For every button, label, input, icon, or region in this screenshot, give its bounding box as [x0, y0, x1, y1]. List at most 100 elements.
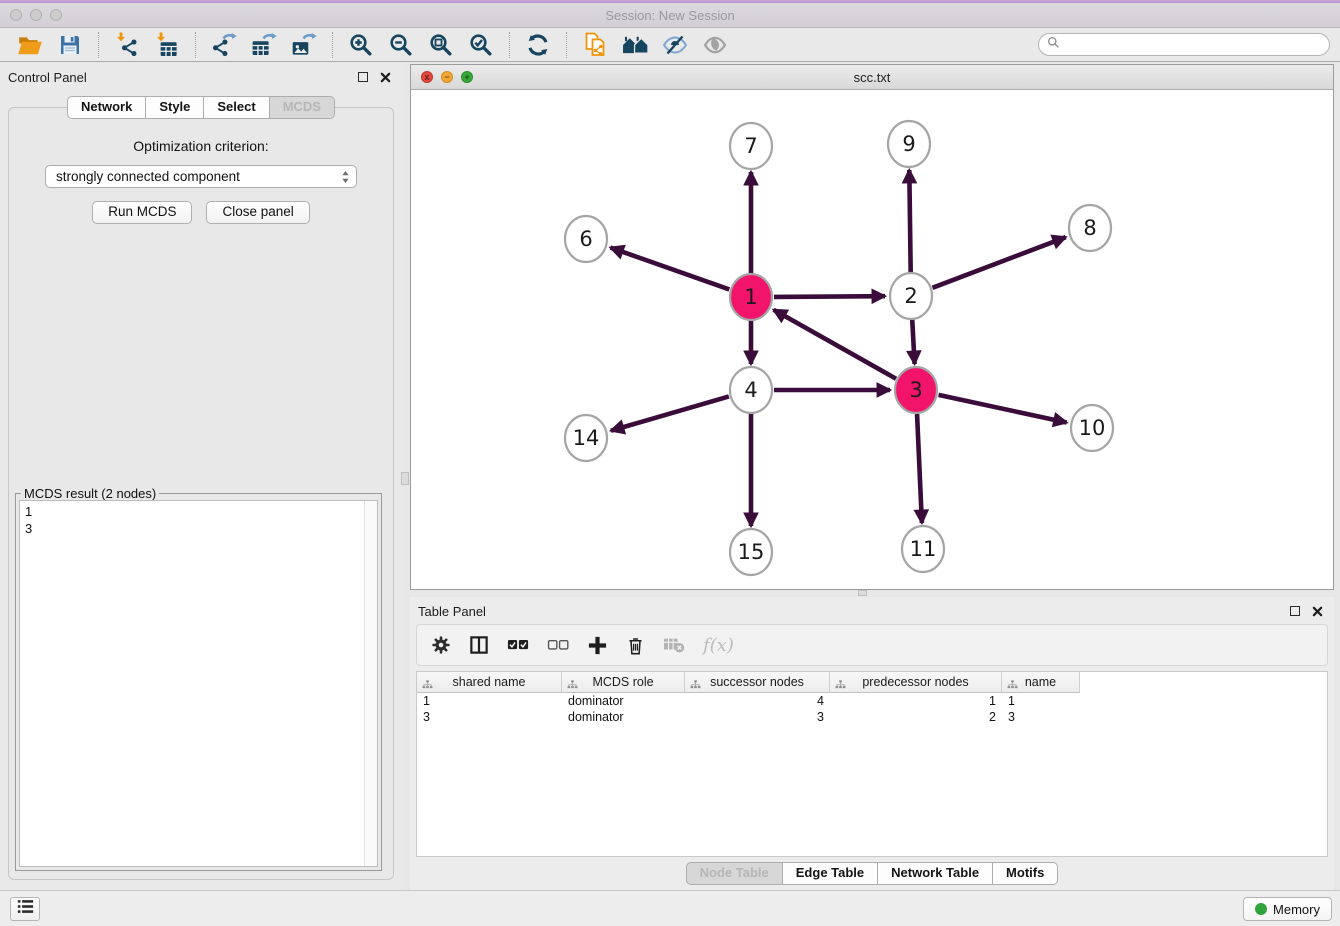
node-8[interactable]: 8 [1069, 205, 1111, 251]
node-1[interactable]: 1 [730, 274, 772, 320]
network-graph[interactable]: 7 9 6 8 1 2 4 3 14 10 15 11 [411, 90, 1335, 590]
tab-network[interactable]: Network [67, 96, 146, 119]
table-panel-header: Table Panel [410, 597, 1334, 625]
node-11[interactable]: 11 [902, 526, 944, 572]
network-close-button[interactable]: x [421, 71, 433, 83]
refresh-icon[interactable] [522, 30, 554, 60]
column-header-successor-nodes[interactable]: successor nodes [685, 672, 830, 693]
edge-2-3[interactable] [912, 319, 914, 364]
table-row[interactable]: 3dominator323 [417, 709, 1327, 725]
close-panel-button[interactable]: Close panel [206, 201, 309, 224]
edge-3-10[interactable] [939, 395, 1067, 423]
column-header-MCDS-role[interactable]: MCDS role [562, 672, 685, 693]
column-label: name [1025, 675, 1056, 689]
import-table-icon[interactable] [151, 30, 183, 60]
search-input[interactable] [1065, 38, 1321, 52]
table-panel-tabs: Node TableEdge TableNetwork TableMotifs [410, 862, 1334, 885]
tab-select[interactable]: Select [204, 96, 269, 119]
network-maximize-button[interactable]: + [461, 71, 473, 83]
column-header-shared-name[interactable]: shared name [417, 672, 562, 693]
node-15[interactable]: 15 [730, 529, 772, 575]
save-session-icon[interactable] [54, 30, 86, 60]
node-7[interactable]: 7 [730, 123, 772, 169]
toolbar-separator [98, 32, 99, 58]
float-table-panel-icon[interactable] [1286, 602, 1304, 620]
gear-icon[interactable] [431, 633, 451, 657]
export-table-icon[interactable] [248, 30, 280, 60]
control-panel: Control Panel NetworkStyleSelectMCDS Opt… [0, 63, 402, 890]
home-icon[interactable] [619, 30, 651, 60]
close-table-panel-icon[interactable] [1308, 602, 1326, 620]
zoom-selected-icon[interactable] [465, 30, 497, 60]
network-view-window: x − + scc.txt 7968124314101511 [410, 64, 1334, 590]
export-image-icon[interactable] [288, 30, 320, 60]
column-label: successor nodes [710, 675, 804, 689]
zoom-out-icon[interactable] [385, 30, 417, 60]
control-panel-header: Control Panel [0, 63, 402, 91]
tab-edge-table[interactable]: Edge Table [783, 862, 878, 885]
task-history-button[interactable] [10, 897, 40, 921]
run-mcds-button[interactable]: Run MCDS [92, 201, 192, 224]
tab-style[interactable]: Style [146, 96, 204, 119]
table-header-row: shared nameMCDS role successor nodes prede… [417, 672, 1327, 693]
mcds-result-item[interactable]: 3 [20, 520, 377, 537]
edge-3-1[interactable] [774, 310, 896, 379]
app-titlebar: Session: New Session [0, 3, 1340, 28]
split-columns-icon[interactable] [469, 633, 489, 657]
network-minimize-button[interactable]: − [441, 71, 453, 83]
tab-mcds[interactable]: MCDS [270, 96, 335, 119]
table-cell: 4 [685, 694, 830, 708]
memory-button[interactable]: Memory [1243, 897, 1332, 921]
edge-2-8[interactable] [933, 237, 1066, 288]
edge-1-6[interactable] [611, 248, 730, 290]
node-10[interactable]: 10 [1071, 405, 1113, 451]
edge-3-11[interactable] [917, 413, 922, 523]
minimize-window-button[interactable] [30, 9, 42, 21]
tab-network-table[interactable]: Network Table [878, 862, 993, 885]
close-panel-icon[interactable] [376, 68, 394, 86]
tab-motifs[interactable]: Motifs [993, 862, 1058, 885]
open-session-icon[interactable] [14, 30, 46, 60]
node-9[interactable]: 9 [888, 121, 930, 167]
edge-4-14[interactable] [611, 396, 729, 430]
table-cell: 2 [830, 710, 1002, 724]
table-row[interactable]: 1dominator411 [417, 693, 1327, 709]
close-window-button[interactable] [10, 9, 22, 21]
table-panel: Table Panel f(x) shared nameMCDS role suc… [410, 597, 1334, 890]
clone-network-icon[interactable] [579, 30, 611, 60]
criterion-select[interactable]: strongly connected component [45, 165, 357, 188]
mcds-result-item[interactable]: 1 [20, 501, 377, 520]
node-4[interactable]: 4 [730, 367, 772, 413]
tab-node-table[interactable]: Node Table [686, 862, 783, 885]
edge-2-9[interactable] [909, 170, 910, 273]
zoom-in-icon[interactable] [345, 30, 377, 60]
result-scrollbar[interactable] [364, 501, 377, 866]
network-canvas[interactable]: 7 9 6 8 1 2 4 3 14 10 15 11 [411, 90, 1333, 589]
select-all-icon[interactable] [507, 633, 529, 657]
column-header-predecessor-nodes[interactable]: predecessor nodes [830, 672, 1002, 693]
search-box[interactable] [1038, 33, 1330, 56]
zoom-fit-icon[interactable] [425, 30, 457, 60]
memory-label: Memory [1273, 902, 1320, 917]
node-3[interactable]: 3 [895, 367, 937, 413]
import-network-icon[interactable] [111, 30, 143, 60]
table-cell: 1 [417, 694, 562, 708]
delete-column-icon[interactable] [626, 633, 645, 657]
hide-panel-icon[interactable] [659, 30, 691, 60]
svg-text:3: 3 [909, 378, 922, 402]
node-2[interactable]: 2 [890, 273, 932, 319]
zoom-window-button[interactable] [50, 9, 62, 21]
node-14[interactable]: 14 [565, 415, 607, 461]
column-header-name[interactable]: name [1002, 672, 1080, 693]
table-toolbar: f(x) [416, 624, 1328, 666]
add-column-icon[interactable] [587, 633, 608, 657]
mcds-result-list[interactable]: 13 [19, 500, 378, 867]
eye-icon [699, 30, 731, 60]
vertical-splitter-handle[interactable] [401, 472, 409, 485]
deselect-all-icon[interactable] [547, 633, 569, 657]
node-6[interactable]: 6 [565, 216, 607, 262]
float-panel-icon[interactable] [354, 68, 372, 86]
horizontal-splitter-handle[interactable] [858, 590, 867, 596]
export-network-icon[interactable] [208, 30, 240, 60]
mcds-result-title: MCDS result (2 nodes) [21, 486, 159, 501]
